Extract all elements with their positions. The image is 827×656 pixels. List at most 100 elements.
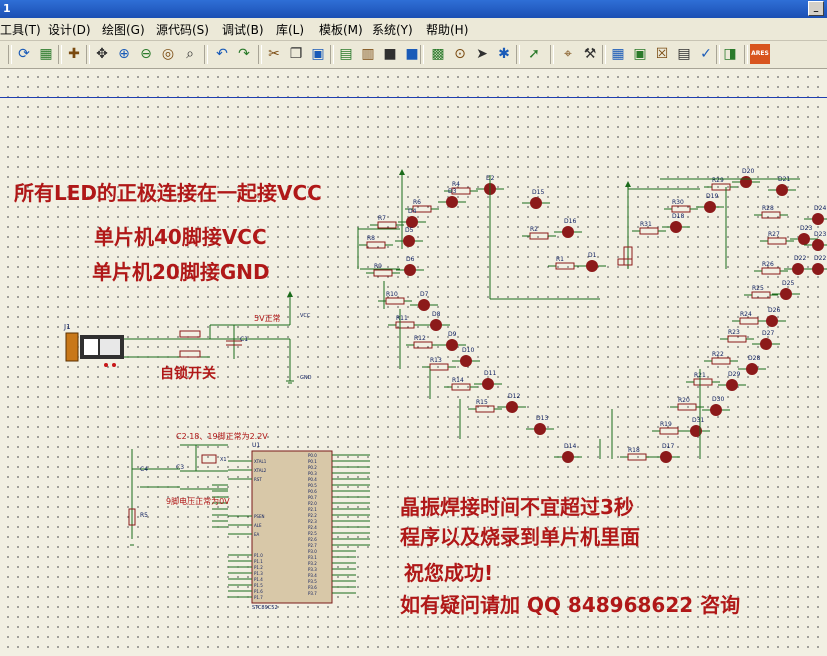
copy-icon[interactable]: ❐ — [286, 44, 306, 64]
resistor-label: R8 — [367, 235, 375, 242]
resistor — [475, 405, 495, 413]
block-rotate-icon[interactable]: ■ — [380, 44, 400, 64]
wire-autoroute-icon[interactable]: ➚ — [524, 44, 544, 64]
remove-sheet-icon[interactable]: ☒ — [652, 44, 672, 64]
mcu-pin-label: P0.2 — [308, 465, 317, 470]
paste-icon[interactable]: ▣ — [308, 44, 328, 64]
menu-item-4[interactable]: 调试(B) — [222, 21, 264, 38]
block-delete-icon[interactable]: ■ — [402, 44, 422, 64]
property-assign-icon[interactable]: ⚒ — [580, 44, 600, 64]
mcu-pin-label: P1.6 — [254, 589, 263, 594]
note-supply: 5V正常 — [254, 314, 281, 323]
mcu-pin-label: XTAL2 — [254, 468, 267, 473]
led — [404, 264, 416, 276]
led-label: D27 — [762, 330, 774, 337]
netlist-to-ares-icon[interactable]: ◨ — [720, 44, 740, 64]
mcu-pin-label: P3.3 — [308, 567, 317, 572]
mcu-pin-label: P3.2 — [308, 561, 317, 566]
led-label: D26 — [768, 307, 780, 314]
pan-icon[interactable]: ✥ — [92, 44, 112, 64]
mcu-pin-label: P3.0 — [308, 549, 317, 554]
led — [586, 260, 598, 272]
resistor — [373, 269, 393, 277]
cut-icon[interactable]: ✂ — [264, 44, 284, 64]
origin-icon[interactable]: ✚ — [64, 44, 84, 64]
resistor — [677, 403, 697, 411]
toolbar-separator — [8, 45, 12, 64]
resistor-label: R28 — [762, 205, 774, 212]
packaging-icon[interactable]: ➤ — [472, 44, 492, 64]
ares-button[interactable]: ARES — [750, 44, 770, 64]
grid-icon[interactable]: ▦ — [36, 44, 56, 64]
led — [530, 197, 542, 209]
zoom-in-icon[interactable]: ⊕ — [114, 44, 134, 64]
resistor-label: R15 — [476, 399, 488, 406]
toolbar-separator — [602, 45, 606, 64]
block-move-icon[interactable]: ▥ — [358, 44, 378, 64]
menu-item-7[interactable]: 系统(Y) — [372, 21, 413, 38]
menu-item-0[interactable]: 工具(T) — [0, 21, 41, 38]
led-label: D22 — [794, 255, 806, 262]
menu-item-6[interactable]: 模板(M) — [319, 21, 363, 38]
design-explorer-icon[interactable]: ▦ — [608, 44, 628, 64]
menu-item-8[interactable]: 帮助(H) — [426, 21, 468, 38]
led-label: D13 — [536, 415, 548, 422]
toolbar-separator — [258, 45, 262, 64]
resistor-label: R24 — [740, 311, 752, 318]
pick-device-icon[interactable]: ▩ — [428, 44, 448, 64]
new-sheet-icon[interactable]: ▣ — [630, 44, 650, 64]
decompose-icon[interactable]: ✱ — [494, 44, 514, 64]
led-label: D12 — [508, 393, 520, 400]
note-contact: 如有疑问请加 QQ 848968622 咨询 — [400, 593, 741, 617]
led-label: D9 — [448, 331, 457, 338]
redo-icon[interactable]: ↷ — [234, 44, 254, 64]
led — [446, 339, 458, 351]
menu-item-3[interactable]: 源代码(S) — [156, 21, 209, 38]
bom-icon[interactable]: ▤ — [674, 44, 694, 64]
note-pin9: 9脚电压正常为0V — [166, 497, 230, 506]
led-label: D8 — [432, 311, 441, 318]
led-label: D14 — [564, 443, 576, 450]
mcu-pin-label: P3.4 — [308, 573, 317, 578]
electrical-check-icon[interactable]: ✓ — [696, 44, 716, 64]
note-c2-voltage: C2 18、19脚正常为2.2V — [176, 432, 268, 441]
led-label: D17 — [662, 443, 674, 450]
led-label: D31 — [692, 417, 704, 424]
led-label: D3 — [448, 188, 457, 195]
led — [670, 221, 682, 233]
mcu-pin-label: XTAL1 — [254, 459, 267, 464]
resistor — [377, 221, 397, 229]
block-copy-icon[interactable]: ▤ — [336, 44, 356, 64]
menu-item-2[interactable]: 绘图(G) — [102, 21, 145, 38]
mcu-pin-label: P0.0 — [308, 453, 317, 458]
led — [534, 423, 546, 435]
menu-item-1[interactable]: 设计(D) — [48, 21, 91, 38]
refresh-icon[interactable]: ⟳ — [14, 44, 34, 64]
vcc-arrow — [399, 169, 405, 175]
vcc-arrow — [287, 291, 293, 297]
schematic-canvas[interactable]: R4D2R6D3R7D4R8D5R9D6R10D7R11D8R12D9R13D1… — [0, 69, 827, 656]
menu-item-5[interactable]: 库(L) — [276, 21, 304, 38]
led — [562, 226, 574, 238]
resistor-label: R10 — [386, 291, 398, 298]
undo-icon[interactable]: ↶ — [212, 44, 232, 64]
resistor — [366, 241, 386, 249]
toolbar-separator — [58, 45, 62, 64]
zoom-area-icon[interactable]: ⌕ — [180, 44, 200, 64]
led — [430, 319, 442, 331]
mcu-pin-label: P2.7 — [308, 543, 317, 548]
menu-bar: 工具(T) 设计(D) 绘图(G) 源代码(S) 调试(B) 库(L) 模板(M) 系统(Y)… — [0, 18, 827, 41]
minimize-button[interactable]: _ — [808, 1, 824, 16]
zoom-out-icon[interactable]: ⊖ — [136, 44, 156, 64]
mcu-pin-label: P2.5 — [308, 531, 317, 536]
c3-label: C3 — [176, 464, 184, 471]
led-label: D16 — [564, 218, 576, 225]
make-device-icon[interactable]: ⊙ — [450, 44, 470, 64]
switch — [179, 330, 201, 338]
resistor-label: R18 — [628, 447, 640, 454]
led-label: D23 — [800, 225, 812, 232]
resistor — [711, 357, 731, 365]
led — [660, 451, 672, 463]
zoom-all-icon[interactable]: ◎ — [158, 44, 178, 64]
search-icon[interactable]: ⌖ — [558, 44, 578, 64]
